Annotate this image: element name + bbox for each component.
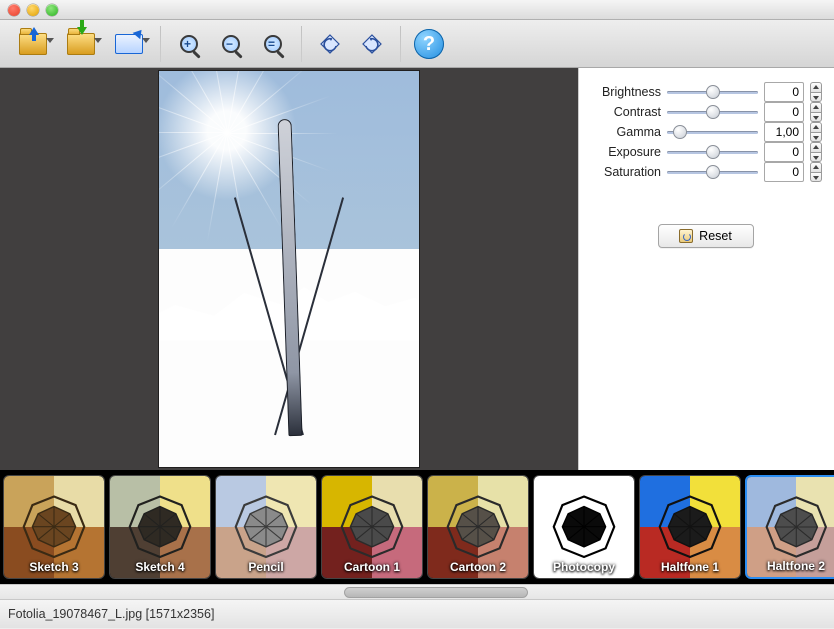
effect-label: Pencil — [216, 560, 316, 574]
minimize-window-button[interactable] — [27, 4, 39, 16]
ski-graphic — [274, 119, 304, 436]
brightness-slider[interactable] — [667, 84, 758, 100]
gamma-value-input[interactable] — [764, 122, 804, 142]
toolbar-separator — [301, 26, 302, 62]
effect-label: Cartoon 1 — [322, 560, 422, 574]
effect-label: Sketch 3 — [4, 560, 104, 574]
contrast-label: Contrast — [589, 105, 661, 119]
slider-row-brightness: Brightness — [589, 82, 822, 102]
sun-graphic — [227, 133, 228, 134]
effects-scrollbar[interactable] — [0, 584, 834, 600]
saturation-slider[interactable] — [667, 164, 758, 180]
zoom-fit-button[interactable]: = — [253, 24, 293, 64]
gamma-stepper[interactable] — [810, 122, 822, 142]
magnifier-minus-icon: − — [220, 33, 242, 55]
reset-label: Reset — [699, 229, 732, 243]
toolbar-separator — [400, 26, 401, 62]
image-canvas — [159, 71, 419, 467]
effects-strip[interactable]: Sketch 3 Sketch 4 Pencil Cartoon 1 Cartoon 2… — [0, 470, 834, 584]
effect-label: Haltfone 1 — [640, 560, 740, 574]
canvas-viewport[interactable] — [0, 68, 578, 470]
help-button[interactable]: ? — [409, 24, 449, 64]
dropdown-caret-icon — [94, 38, 102, 43]
effect-tile-photocopy[interactable]: Photocopy — [533, 475, 635, 579]
rotate-left-button[interactable] — [310, 24, 350, 64]
zoom-window-button[interactable] — [46, 4, 58, 16]
effect-label: Haltfone 2 — [747, 559, 834, 573]
help-icon: ? — [414, 29, 444, 59]
rotate-right-icon — [360, 32, 384, 56]
status-bar: Fotolia_19078467_L.jpg [1571x2356] — [0, 600, 834, 628]
effect-tile-sketch3[interactable]: Sketch 3 — [3, 475, 105, 579]
upload-arrow-icon — [29, 27, 39, 35]
rotate-left-icon — [318, 32, 342, 56]
export-icon — [115, 34, 143, 54]
brightness-stepper[interactable] — [810, 82, 822, 102]
adjustments-panel: Brightness Contrast Gamma Exposure Saturatio… — [578, 68, 834, 470]
brightness-label: Brightness — [589, 85, 661, 99]
exposure-slider[interactable] — [667, 144, 758, 160]
main-area: Brightness Contrast Gamma Exposure Saturatio… — [0, 68, 834, 470]
close-window-button[interactable] — [8, 4, 20, 16]
magnifier-plus-icon: + — [178, 33, 200, 55]
reset-button[interactable]: Reset — [658, 224, 754, 248]
save-file-button[interactable] — [58, 24, 104, 64]
contrast-stepper[interactable] — [810, 102, 822, 122]
brightness-value-input[interactable] — [764, 82, 804, 102]
dropdown-caret-icon — [142, 38, 150, 43]
exposure-value-input[interactable] — [764, 142, 804, 162]
zoom-in-button[interactable]: + — [169, 24, 209, 64]
gamma-label: Gamma — [589, 125, 661, 139]
slider-row-exposure: Exposure — [589, 142, 822, 162]
contrast-slider[interactable] — [667, 104, 758, 120]
open-file-button[interactable] — [10, 24, 56, 64]
slider-row-saturation: Saturation — [589, 162, 822, 182]
zoom-out-button[interactable]: − — [211, 24, 251, 64]
saturation-value-input[interactable] — [764, 162, 804, 182]
effect-tile-halftone2[interactable]: Haltfone 2 — [745, 475, 834, 579]
effect-label: Sketch 4 — [110, 560, 210, 574]
contrast-value-input[interactable] — [764, 102, 804, 122]
magnifier-equal-icon: = — [262, 33, 284, 55]
effect-tile-halftone1[interactable]: Haltfone 1 — [639, 475, 741, 579]
effect-label: Cartoon 2 — [428, 560, 528, 574]
export-button[interactable] — [106, 24, 152, 64]
slider-row-contrast: Contrast — [589, 102, 822, 122]
dropdown-caret-icon — [46, 38, 54, 43]
gamma-slider[interactable] — [667, 124, 758, 140]
reset-icon — [679, 229, 693, 243]
rotate-right-button[interactable] — [352, 24, 392, 64]
effect-tile-cartoon1[interactable]: Cartoon 1 — [321, 475, 423, 579]
main-toolbar: + − = ? — [0, 20, 834, 68]
exposure-stepper[interactable] — [810, 142, 822, 162]
slider-row-gamma: Gamma — [589, 122, 822, 142]
saturation-stepper[interactable] — [810, 162, 822, 182]
scrollbar-thumb[interactable] — [344, 587, 528, 598]
saturation-label: Saturation — [589, 165, 661, 179]
exposure-label: Exposure — [589, 145, 661, 159]
effect-tile-pencil[interactable]: Pencil — [215, 475, 317, 579]
download-arrow-icon — [77, 27, 87, 35]
toolbar-separator — [160, 26, 161, 62]
effect-tile-cartoon2[interactable]: Cartoon 2 — [427, 475, 529, 579]
window-titlebar — [0, 0, 834, 20]
effect-tile-sketch4[interactable]: Sketch 4 — [109, 475, 211, 579]
status-text: Fotolia_19078467_L.jpg [1571x2356] — [8, 607, 214, 621]
effect-label: Photocopy — [534, 560, 634, 574]
